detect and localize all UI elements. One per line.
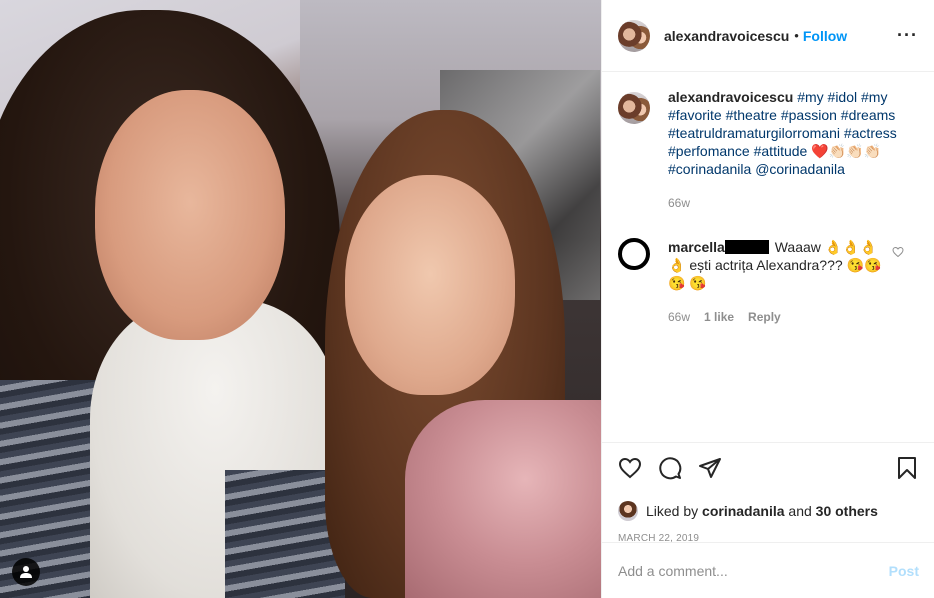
comment-body: marcella Waaaw 👌👌👌👌 ești actrița Alexand… [668, 238, 883, 326]
comment-input[interactable] [618, 562, 889, 579]
mention[interactable]: @corinadanila [755, 161, 845, 177]
hashtag[interactable]: #perfomance [668, 143, 750, 159]
comments-section[interactable]: alexandravoicescu #my #idol #my #favorit… [602, 72, 934, 442]
comment-avatar[interactable] [618, 238, 650, 270]
hashtag[interactable]: #passion [781, 107, 837, 123]
comment-username[interactable]: marcella [668, 239, 725, 255]
hashtag[interactable]: #attitude [754, 143, 808, 159]
comment-likes[interactable]: 1 like [704, 308, 734, 326]
caption-username[interactable]: alexandravoicescu [668, 89, 793, 105]
heart-icon[interactable] [618, 456, 642, 480]
action-icons [618, 455, 919, 481]
caption: alexandravoicescu #my #idol #my #favorit… [618, 88, 918, 212]
hashtag[interactable]: #my [797, 89, 823, 105]
liker-avatar[interactable] [618, 501, 638, 521]
comment-like-icon[interactable] [892, 246, 904, 261]
comment-age: 66w [668, 310, 691, 324]
liked-others[interactable]: 30 others [816, 503, 878, 519]
hashtag[interactable]: #corinadanila [668, 161, 751, 177]
user-icon [20, 566, 32, 578]
post-header: alexandravoicescu • Follow ··· [602, 0, 934, 72]
hashtag[interactable]: #dreams [841, 107, 895, 123]
post-actions: Liked by corinadanila and 30 others MARC… [602, 442, 934, 544]
hashtag[interactable]: #teatruldramaturgilorromani [668, 125, 840, 141]
post-sidebar: alexandravoicescu • Follow ··· alexandra… [601, 0, 934, 598]
redaction-box [724, 240, 769, 254]
post-photo[interactable] [0, 0, 601, 598]
bookmark-icon[interactable] [895, 456, 919, 480]
follow-button[interactable]: Follow [803, 28, 847, 44]
liked-by: Liked by corinadanila and 30 others [618, 501, 919, 521]
caption-emojis: ❤️👏🏻👏🏻👏🏻 [811, 143, 881, 159]
hashtag[interactable]: #idol [828, 89, 858, 105]
liked-user[interactable]: corinadanila [702, 503, 784, 519]
comment-item: marcella Waaaw 👌👌👌👌 ești actrița Alexand… [618, 238, 918, 326]
hashtag[interactable]: #my [861, 89, 887, 105]
comment-meta: 66w 1 like Reply [668, 308, 883, 326]
hashtag[interactable]: #actress [844, 125, 897, 141]
reply-button[interactable]: Reply [748, 308, 781, 326]
liked-prefix: Liked by [646, 503, 699, 519]
avatar[interactable] [618, 19, 650, 52]
person-left-face [95, 90, 285, 340]
caption-age: 66w [668, 196, 691, 210]
tagged-users-button[interactable] [12, 558, 40, 586]
comment-icon[interactable] [658, 456, 682, 480]
post-button[interactable]: Post [889, 563, 919, 579]
hashtag[interactable]: #theatre [726, 107, 777, 123]
caption-body: alexandravoicescu #my #idol #my #favorit… [668, 88, 913, 212]
more-icon[interactable]: ··· [897, 25, 918, 46]
header-username[interactable]: alexandravoicescu [664, 28, 789, 44]
header-separator: • [794, 28, 799, 43]
share-icon[interactable] [698, 456, 722, 480]
person-right-face [345, 175, 515, 395]
person-right-jacket [405, 400, 601, 598]
liked-and: and [788, 503, 812, 519]
caption-avatar[interactable] [618, 92, 650, 124]
hashtag[interactable]: #favorite [668, 107, 722, 123]
add-comment-bar: Post [602, 542, 934, 598]
